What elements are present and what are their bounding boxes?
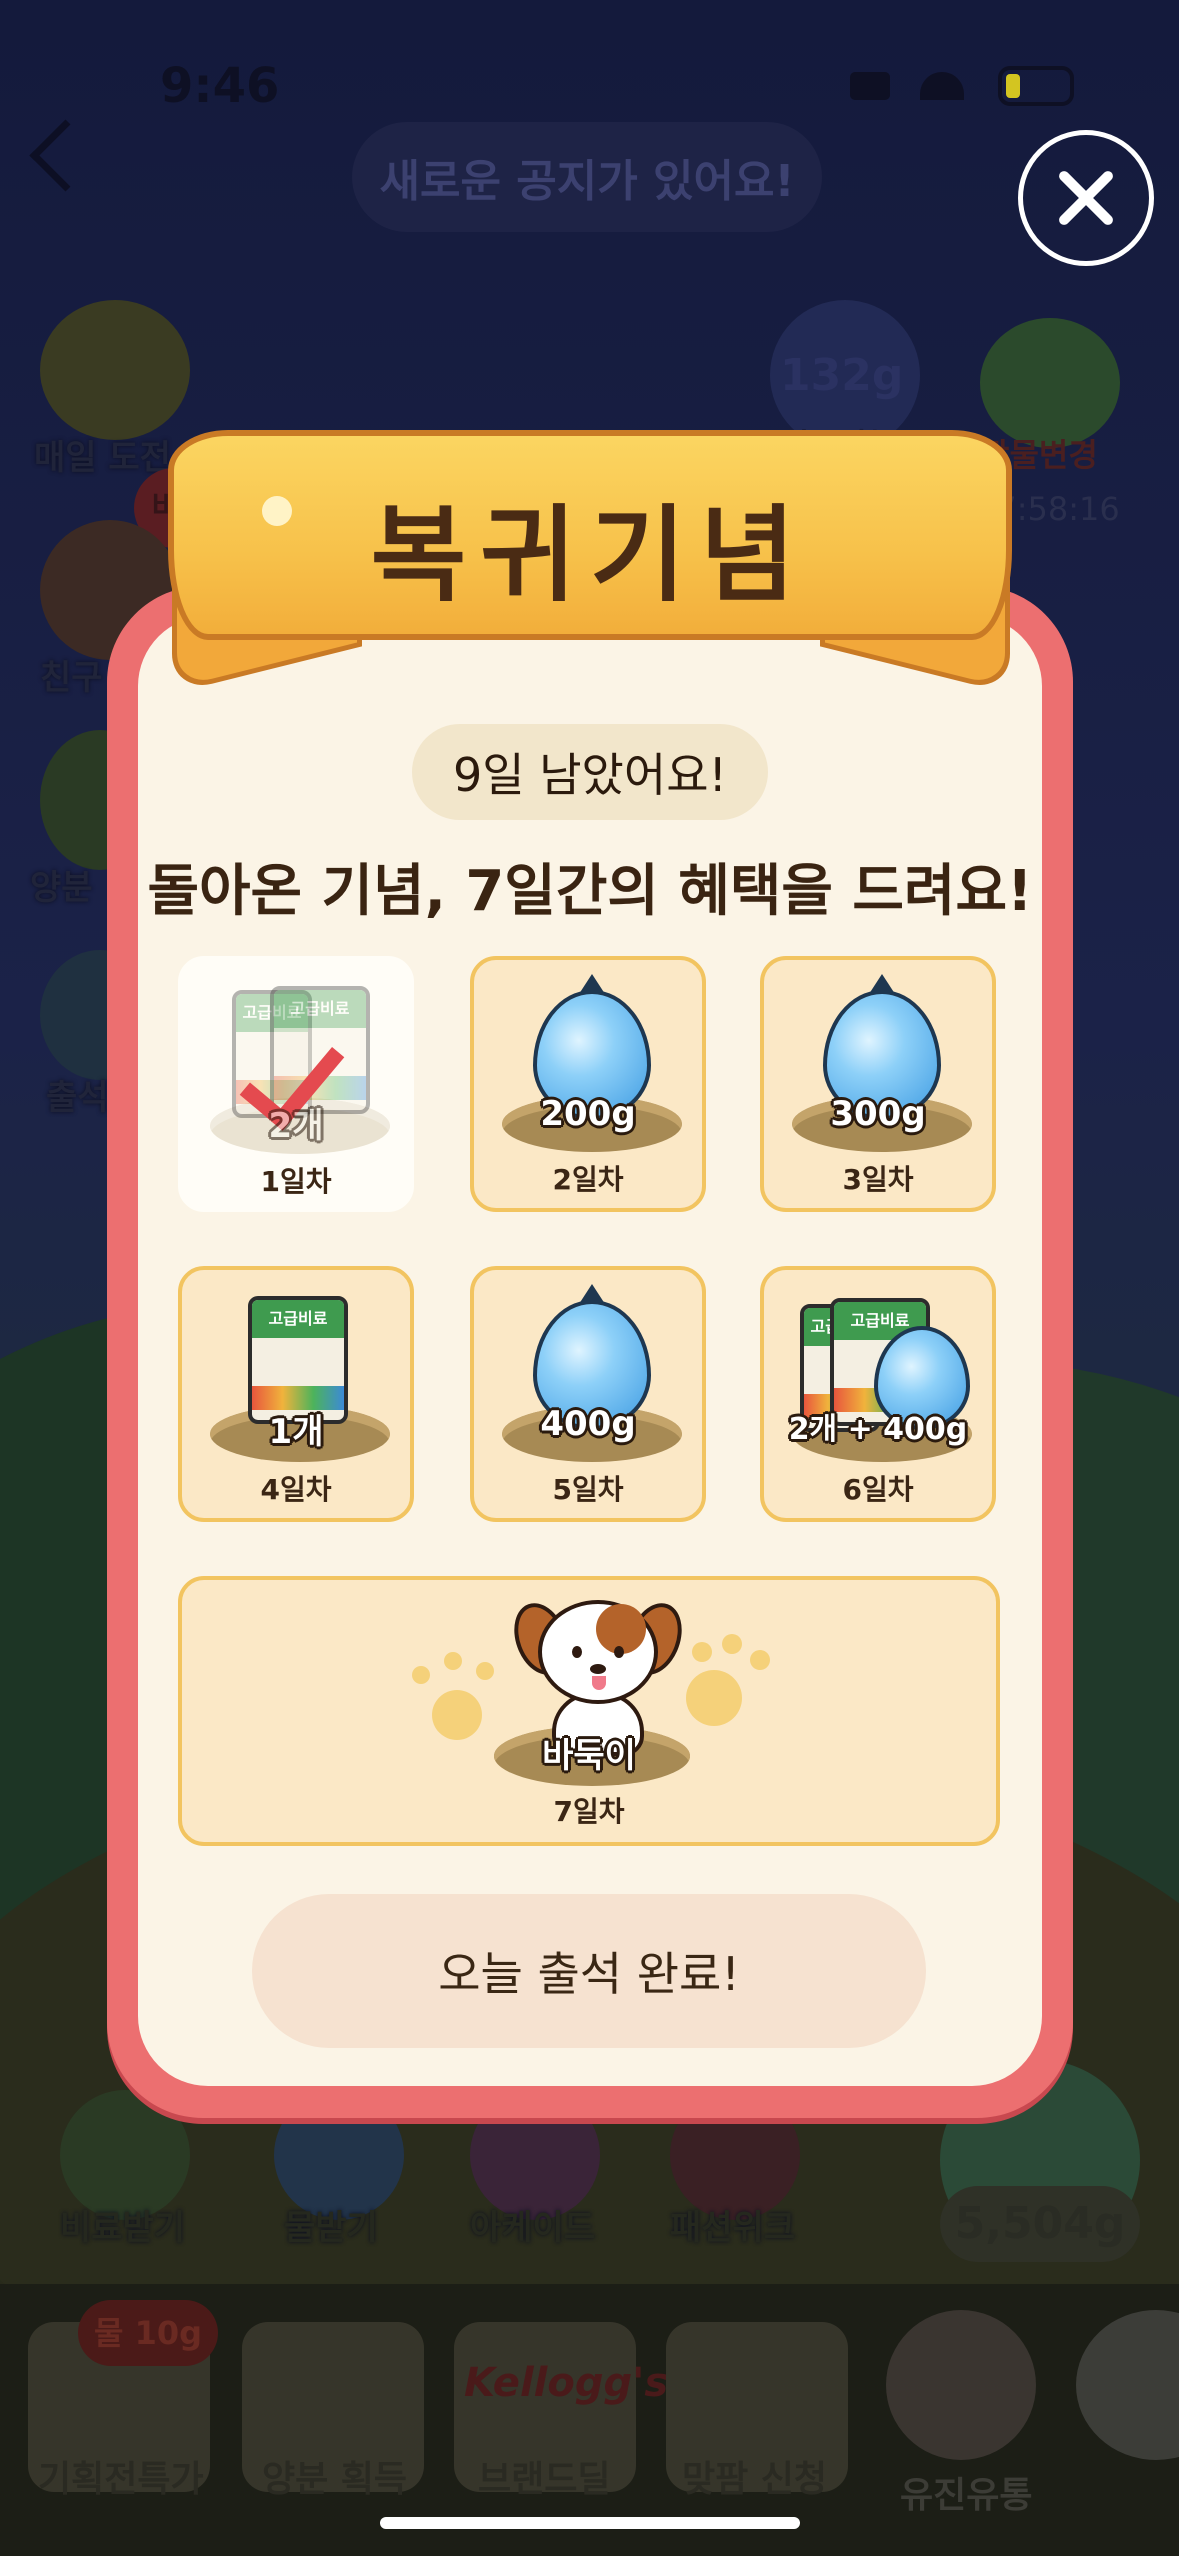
paw-icon <box>686 1670 742 1726</box>
paw-icon <box>722 1634 742 1654</box>
reward-card-day4: 고급비료 1개 4일차 <box>178 1266 414 1522</box>
side-menu-label: 매일 도전 <box>34 438 171 478</box>
reward-amount: 200g <box>540 1094 636 1134</box>
action-label: 패션위크 <box>670 2208 796 2248</box>
reward-card-day6: 고급비료 고급비료 2개 + 400g 6일차 <box>760 1266 996 1522</box>
reward-day: 7일차 <box>553 1795 625 1828</box>
water-badge: 물 10g <box>78 2300 218 2366</box>
action-label: 비료받기 <box>60 2208 186 2248</box>
modal-title: 복귀기념 <box>370 494 810 616</box>
close-button[interactable] <box>1018 130 1154 266</box>
back-icon[interactable] <box>29 119 102 192</box>
reward-amount: 400g <box>540 1404 636 1444</box>
tab-label: 양분 획득 <box>262 2459 408 2500</box>
reward-card-day3: 300g 3일차 <box>760 956 996 1212</box>
brand-logo: Kellogg's <box>464 2360 669 2406</box>
reward-amount: 2개 + 400g <box>788 1412 968 1447</box>
water-total: 5,504g <box>940 2186 1140 2262</box>
attendance-complete-button[interactable]: 오늘 출석 완료! <box>252 1894 926 2048</box>
action-label: 아케이드 <box>470 2208 596 2248</box>
paw-icon <box>476 1662 494 1680</box>
reward-card-day7: 바둑이 7일차 <box>178 1576 1000 1846</box>
tab-label: 맞팜 신청 <box>682 2459 828 2500</box>
side-menu-label: 친구 <box>40 658 103 698</box>
side-menu-label: 출석 <box>46 1078 109 1118</box>
paw-icon <box>692 1642 712 1662</box>
reward-day: 2일차 <box>552 1163 624 1196</box>
reward-amount: 바둑이 <box>542 1736 636 1776</box>
reward-day: 3일차 <box>842 1163 914 1196</box>
water-available: 132g <box>780 350 904 401</box>
reward-day: 5일차 <box>552 1473 624 1506</box>
days-left-badge: 9일 남았어요! <box>412 724 768 820</box>
reward-card-day1: 고급비료 고급비료 2개 1일차 <box>178 956 414 1212</box>
tab-label: 브랜드딜 <box>478 2459 611 2500</box>
battery-icon <box>998 66 1074 106</box>
paw-icon <box>444 1652 462 1670</box>
reward-card-day5: 400g 5일차 <box>470 1266 706 1522</box>
reward-day: 1일차 <box>260 1165 332 1198</box>
tab-label: 유진유통 <box>900 2475 1033 2516</box>
avatar[interactable] <box>886 2310 1036 2460</box>
notice-banner[interactable]: 새로운 공지가 있어요! <box>352 122 822 232</box>
signal-icon <box>850 72 890 100</box>
paw-icon <box>412 1666 430 1684</box>
reward-amount: 2개 <box>268 1106 324 1146</box>
reward-day: 6일차 <box>842 1473 914 1506</box>
status-time: 9:46 <box>160 58 280 114</box>
reward-day: 4일차 <box>260 1473 332 1506</box>
modal-subtitle: 돌아온 기념, 7일간의 혜택을 드려요! <box>147 859 1033 924</box>
side-menu-label: 양분 <box>30 868 93 908</box>
reward-amount: 300g <box>830 1094 926 1134</box>
tab-label: 기획전특가 <box>38 2459 204 2500</box>
wifi-icon <box>920 72 964 100</box>
action-label: 물받기 <box>284 2208 378 2248</box>
crop-change-icon[interactable] <box>980 318 1120 448</box>
reward-card-day2: 200g 2일차 <box>470 956 706 1212</box>
paw-icon <box>750 1650 770 1670</box>
reward-amount: 1개 <box>268 1412 324 1452</box>
home-indicator <box>380 2517 800 2529</box>
puppy-icon <box>538 1600 658 1704</box>
daily-challenge-button[interactable] <box>40 300 190 440</box>
